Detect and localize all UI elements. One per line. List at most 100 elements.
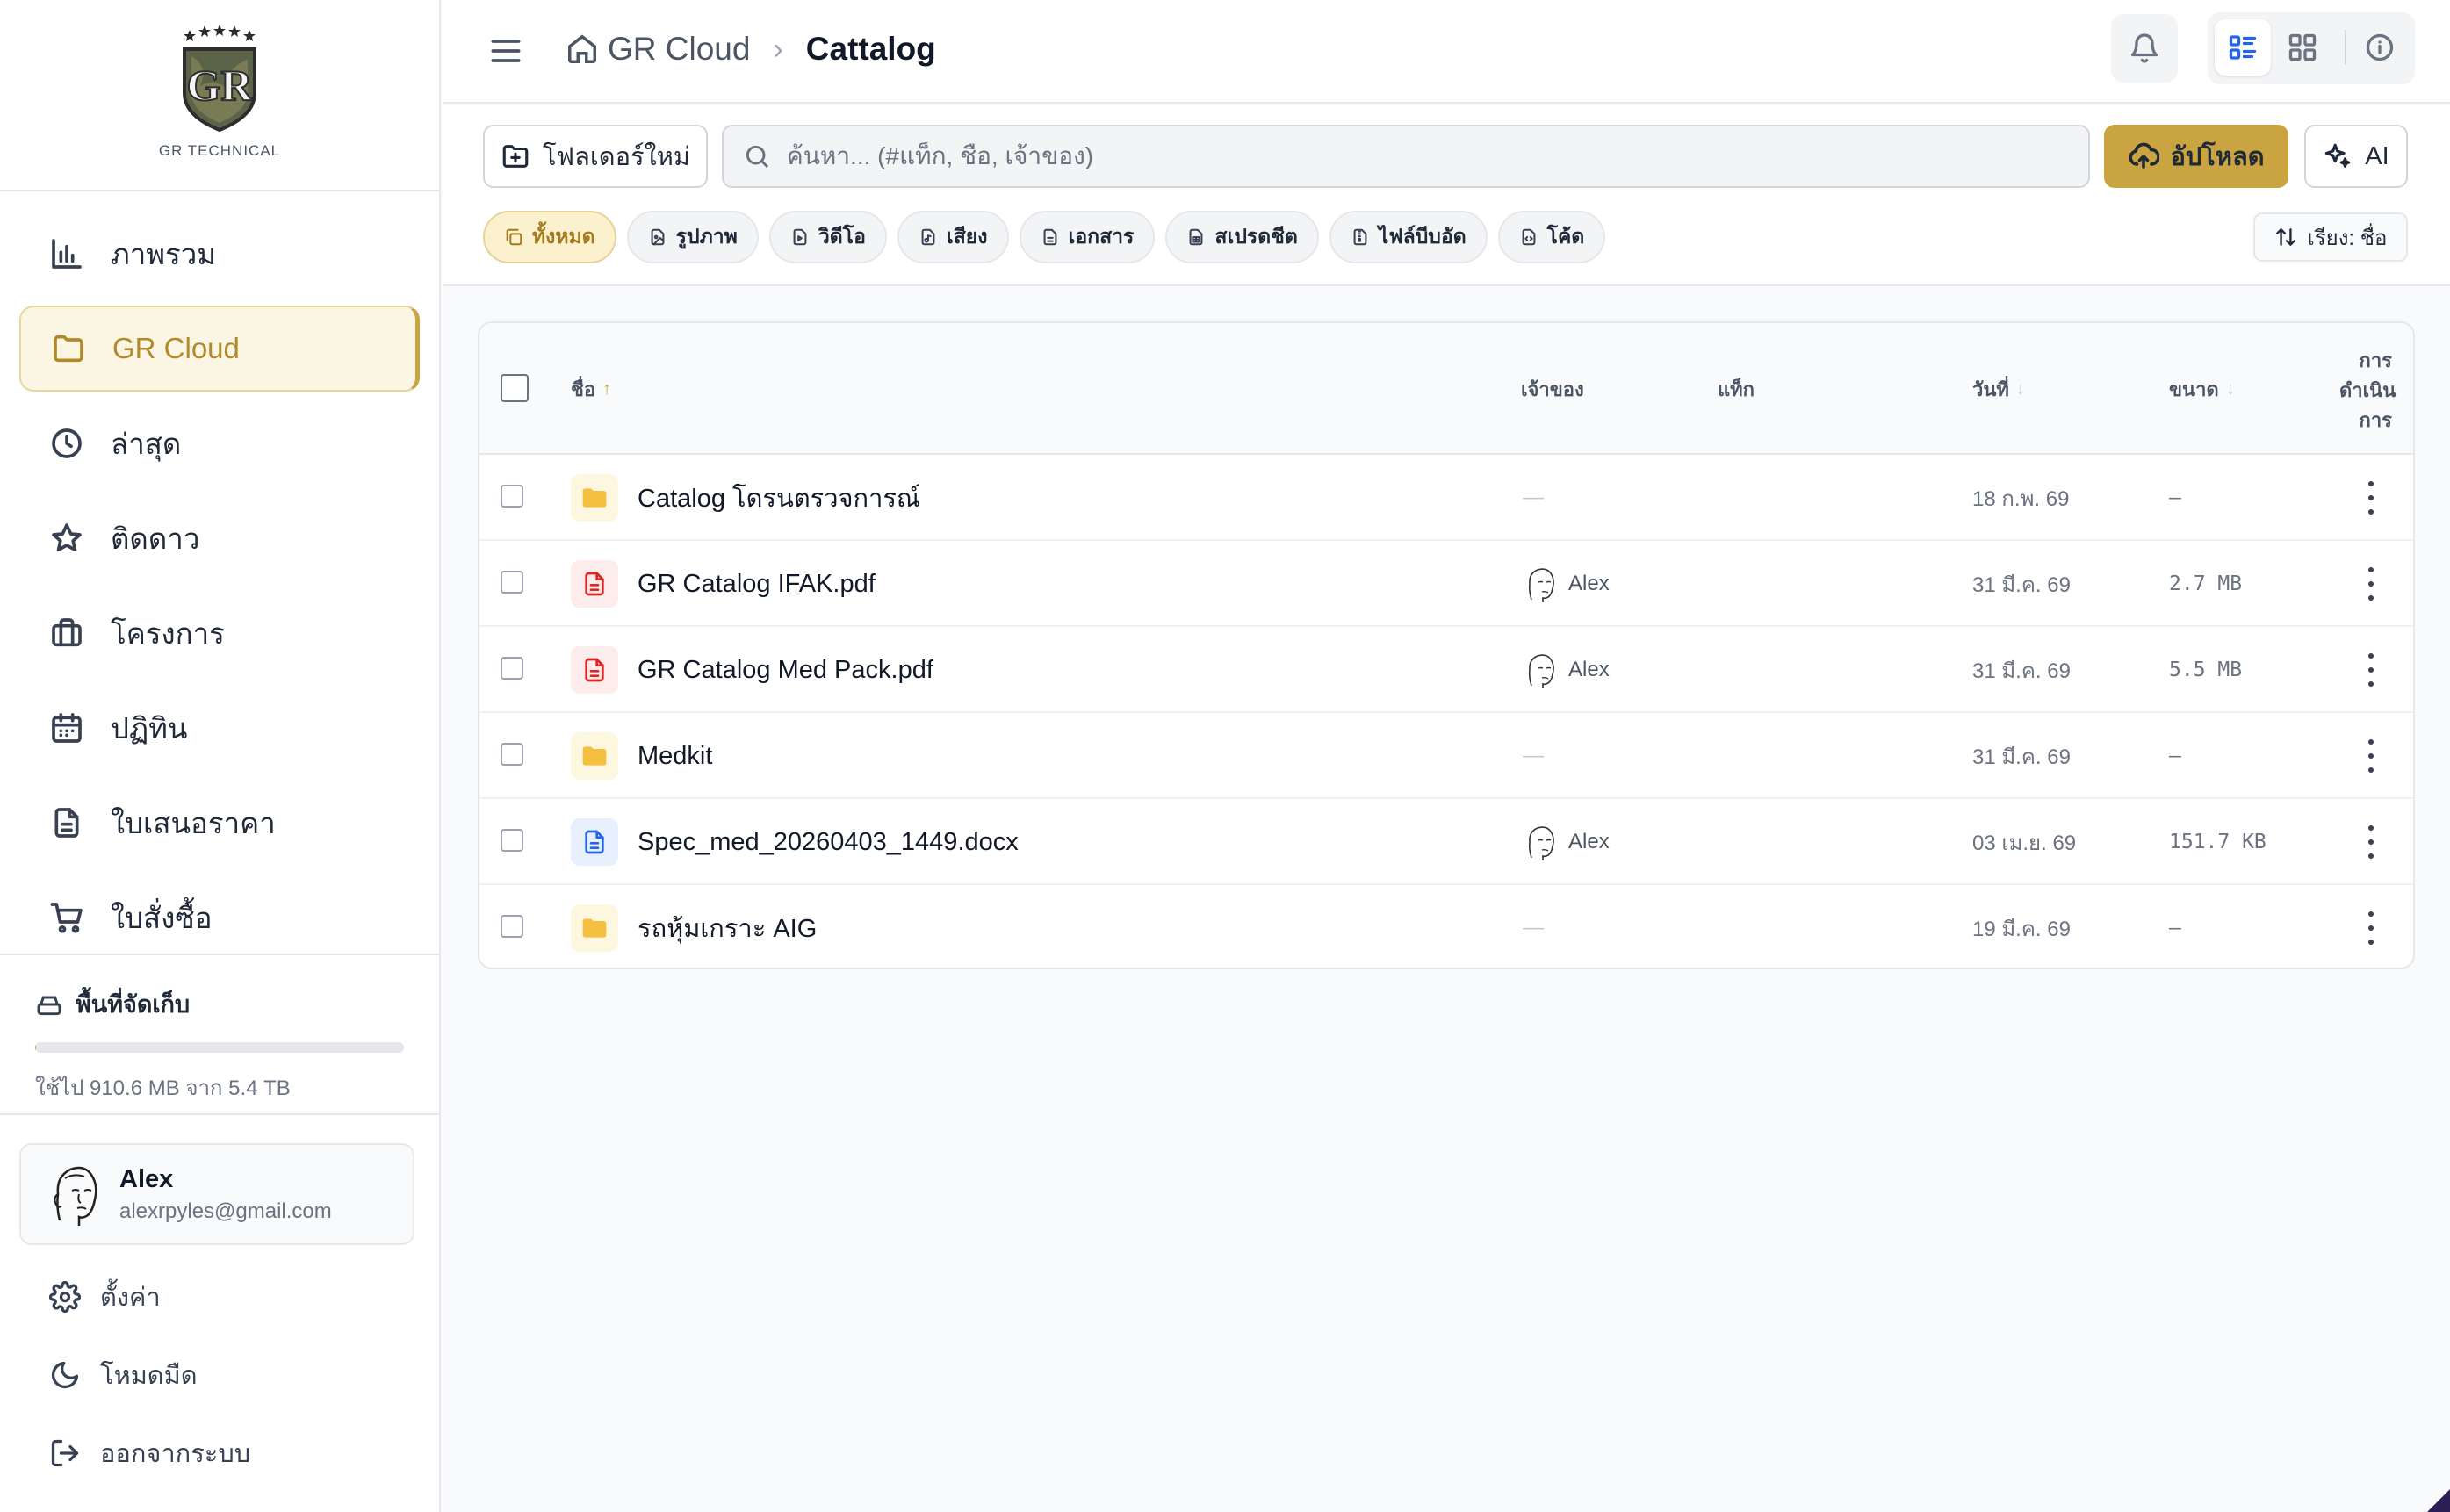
info-icon (2366, 33, 2394, 61)
more-options-icon[interactable] (2355, 825, 2387, 859)
page-title: Cattalog (805, 31, 936, 67)
upload-button[interactable]: อัปโหลด (2104, 125, 2288, 188)
file-owner: — (1523, 916, 1544, 940)
audio-file-icon (921, 228, 935, 246)
search-input[interactable] (787, 142, 2016, 170)
info-button[interactable] (2352, 19, 2408, 76)
sort-button[interactable]: เรียง: ชื่อ (2253, 212, 2408, 262)
settings-link[interactable]: ตั้งค่า (49, 1277, 161, 1317)
cart-icon (49, 900, 84, 935)
sidebar-item-projects[interactable]: โครงการ (19, 590, 420, 676)
column-header-date[interactable]: วันที่ ↓ (1972, 323, 2025, 455)
more-options-icon[interactable] (2355, 653, 2387, 687)
folder-plus-icon (502, 145, 529, 168)
file-name[interactable]: Spec_med_20260403_1449.docx (638, 799, 1019, 885)
sort-arrow-icon: ↓ (2015, 378, 2025, 399)
sidebar-item-purchase-orders[interactable]: ใบสั่งซื้อ (19, 875, 420, 954)
file-name[interactable]: GR Catalog Med Pack.pdf (638, 627, 933, 713)
row-checkbox[interactable] (501, 829, 523, 852)
sparkles-icon (2324, 143, 2351, 168)
word-file-icon (571, 818, 618, 866)
sidebar-item-overview[interactable]: ภาพรวม (19, 211, 420, 297)
sidebar-item-label: โครงการ (111, 616, 225, 650)
filter-chip-archives[interactable]: ไฟล์บีบอัด (1329, 211, 1488, 263)
table-row[interactable]: รถหุ้มเกราะ AIG — 19 มี.ค. 69 — (479, 885, 2413, 968)
column-header-name[interactable]: ชื่อ ↑ (571, 323, 611, 455)
bar-chart-icon (49, 236, 84, 271)
image-file-icon (651, 228, 665, 246)
hard-drive-icon (37, 996, 61, 1015)
more-options-icon[interactable] (2355, 739, 2387, 773)
table-row[interactable]: Medkit — 31 มี.ค. 69 — (479, 713, 2413, 799)
filter-chip-all[interactable]: ทั้งหมด (483, 211, 616, 263)
file-date: 19 มี.ค. 69 (1972, 917, 2071, 941)
more-options-icon[interactable] (2355, 481, 2387, 515)
owner-avatar (1528, 654, 1554, 688)
ai-button[interactable]: AI (2304, 125, 2408, 188)
search-box (722, 125, 2090, 188)
breadcrumb-root[interactable]: GR Cloud (566, 31, 750, 68)
folder-icon (571, 474, 618, 522)
spreadsheet-file-icon (1189, 228, 1203, 246)
filter-chip-images[interactable]: รูปภาพ (626, 211, 759, 263)
sidebar-item-label: ล่าสุด (111, 427, 182, 460)
sidebar-item-calendar[interactable]: ปฏิทิน (19, 685, 420, 771)
row-checkbox[interactable] (501, 485, 523, 508)
list-view-button[interactable] (2215, 19, 2271, 76)
sidebar-item-gr-cloud[interactable]: GR Cloud (19, 306, 420, 392)
filter-chip-code[interactable]: โค้ด (1497, 211, 1606, 263)
user-card[interactable]: Alex alexrpyles@gmail.com (19, 1143, 414, 1245)
logout-link[interactable]: ออกจากระบบ (49, 1433, 250, 1473)
sidebar-item-label: GR Cloud (112, 332, 240, 364)
toolbar: โฟลเดอร์ใหม่ อัปโหลด AI ทั้งหมด รูปภาพ ว… (443, 105, 2450, 286)
select-all-checkbox[interactable] (501, 374, 529, 402)
pdf-file-icon (571, 560, 618, 608)
hamburger-menu-icon[interactable] (486, 32, 525, 70)
sidebar-item-quotations[interactable]: ใบเสนอราคา (19, 780, 420, 866)
column-header-size[interactable]: ขนาด ↓ (2169, 323, 2235, 455)
sidebar-nav: ภาพรวม GR Cloud ล่าสุด ติดดาว โครงการ ปฏ… (0, 191, 439, 954)
dark-mode-toggle[interactable]: โหมดมืด (49, 1355, 198, 1395)
filter-chip-spreadsheets[interactable]: สเปรดชีต (1165, 211, 1319, 263)
file-owner: Alex (1523, 799, 1610, 885)
file-name[interactable]: Medkit (638, 713, 712, 799)
breadcrumb: GR Cloud › Cattalog (566, 26, 936, 72)
sidebar-item-recent[interactable]: ล่าสุด (19, 400, 420, 486)
storage-usage-text: ใช้ไป 910.6 MB จาก 5.4 TB (35, 1076, 291, 1100)
svg-text:GR: GR (187, 61, 254, 110)
grid-view-button[interactable] (2274, 19, 2331, 76)
filter-chip-audio[interactable]: เสียง (897, 211, 1009, 263)
file-date: 31 มี.ค. 69 (1972, 659, 2071, 683)
logout-icon (51, 1439, 79, 1467)
file-name[interactable]: GR Catalog IFAK.pdf (638, 541, 876, 627)
row-checkbox[interactable] (501, 571, 523, 594)
top-bar: GR Cloud › Cattalog (443, 0, 2450, 104)
document-file-icon (1043, 228, 1056, 246)
file-date: 18 ก.พ. 69 (1972, 486, 2070, 511)
file-date: 03 เม.ย. 69 (1972, 831, 2077, 855)
folder-icon (571, 732, 618, 780)
list-view-icon (2229, 35, 2257, 60)
more-options-icon[interactable] (2355, 567, 2387, 601)
filter-chip-videos[interactable]: วิดีโอ (768, 211, 887, 263)
sort-arrows-icon (2275, 228, 2295, 246)
table-row[interactable]: GR Catalog IFAK.pdf Alex 31 มี.ค. 69 2.7… (479, 541, 2413, 627)
file-name[interactable]: รถหุ้มเกราะ AIG (638, 885, 817, 968)
sort-arrow-icon: ↓ (2225, 378, 2235, 399)
table-row[interactable]: Spec_med_20260403_1449.docx Alex 03 เม.ย… (479, 799, 2413, 885)
table-row[interactable]: GR Catalog Med Pack.pdf Alex 31 มี.ค. 69… (479, 627, 2413, 713)
user-email: alexrpyles@gmail.com (119, 1199, 332, 1223)
gr-technical-logo: GR (183, 25, 256, 133)
row-checkbox[interactable] (501, 743, 523, 766)
file-name[interactable]: Catalog โดรนตรวจการณ์ (638, 455, 920, 541)
row-checkbox[interactable] (501, 657, 523, 680)
notifications-button[interactable] (2111, 14, 2178, 83)
calendar-icon (49, 710, 84, 745)
sidebar-item-starred[interactable]: ติดดาว (19, 495, 420, 581)
row-checkbox[interactable] (501, 915, 523, 938)
more-options-icon[interactable] (2355, 911, 2387, 945)
table-row[interactable]: Catalog โดรนตรวจการณ์ — 18 ก.พ. 69 — (479, 455, 2413, 541)
new-folder-button[interactable]: โฟลเดอร์ใหม่ (483, 125, 708, 188)
storage-panel: พื้นที่จัดเก็บ ใช้ไป 910.6 MB จาก 5.4 TB (0, 954, 439, 1115)
filter-chip-documents[interactable]: เอกสาร (1019, 211, 1156, 263)
